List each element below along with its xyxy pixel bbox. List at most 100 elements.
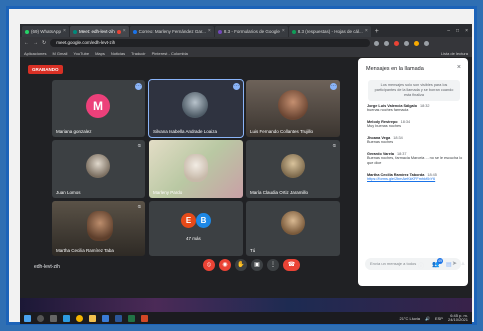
chat-message: Martha Cecilia Ramírez Taborda 18:45 http… — [367, 173, 463, 182]
participant-tile[interactable]: Luis Fernando Collantes Trujillo ⋯ — [246, 80, 340, 137]
forward-icon[interactable]: → — [33, 40, 38, 46]
puzzle-icon[interactable] — [404, 40, 410, 46]
close-icon[interactable]: × — [63, 26, 66, 37]
avatar: B — [196, 213, 211, 228]
people-icon[interactable]: 👥 49 — [432, 258, 443, 268]
participant-tile[interactable]: Silvana Isabella Andrade Loaiza ⋯ — [148, 79, 244, 138]
more-options-icon[interactable]: ⋯ — [233, 83, 240, 90]
mic-off-icon: ⦸ — [137, 143, 141, 149]
camera-toggle-button[interactable]: ◉ — [219, 259, 231, 271]
chat-message: Gerardo Varela 18:37 Buenas noches, farma… — [367, 152, 463, 166]
raise-hand-button[interactable]: ✋ — [235, 259, 247, 271]
avatar: E — [181, 213, 196, 228]
leave-call-button[interactable]: ☎ — [283, 259, 300, 271]
language-label[interactable]: ESP — [435, 316, 443, 321]
desktop-wallpaper — [20, 298, 472, 312]
close-icon[interactable]: × — [457, 64, 461, 71]
recording-badge: GRABANDO — [28, 65, 63, 74]
whatsapp-icon — [25, 29, 29, 34]
video-feed — [278, 90, 308, 120]
tab-whatsapp[interactable]: (69) WhatsApp × — [22, 26, 69, 37]
new-tab-button[interactable]: + — [372, 26, 382, 37]
tab-sheets[interactable]: 8.3 (respuestas) - Hojas de cál... × — [288, 26, 371, 37]
more-options-icon[interactable]: ⋯ — [135, 83, 142, 90]
tab-forms[interactable]: 8.3 - Formularios de Google × — [214, 26, 288, 37]
store-icon[interactable] — [102, 314, 109, 322]
taskbar: 21°C Lluvia 🔊 ESP 6:45 p. m. 24/10/2021 — [20, 312, 472, 324]
present-button[interactable]: ▣ — [251, 259, 263, 271]
bookmarks-bar: Aplicaciones M Gmail YouTube Maps Notici… — [20, 49, 472, 58]
menu-icon[interactable] — [424, 40, 430, 46]
star-icon[interactable] — [384, 40, 390, 46]
avatar-photo — [182, 92, 208, 118]
tab-gmail[interactable]: Correo: Marleny Fernández Gar... × — [129, 26, 214, 37]
participant-name: Tú — [250, 248, 256, 253]
participant-tile[interactable]: E B 47 más — [149, 201, 243, 256]
bookmark-maps[interactable]: Maps — [95, 51, 105, 56]
clock[interactable]: 6:45 p. m. 24/10/2021 — [447, 313, 468, 323]
participant-tile[interactable]: Marleny Pardo — [149, 140, 243, 198]
reload-icon[interactable]: ↻ — [42, 40, 46, 46]
bookmark-translate[interactable]: Traducir — [131, 51, 146, 56]
meeting-code: edh-levt-zih — [34, 264, 60, 270]
bookmark-gmail[interactable]: M Gmail — [52, 51, 67, 56]
activities-icon[interactable]: ▲ — [460, 261, 466, 267]
tab-meet[interactable]: Meet: edh-levt-zih × — [69, 26, 129, 37]
message-text: buenas noches farmacia — [367, 108, 409, 112]
file-explorer-icon[interactable] — [89, 314, 96, 322]
maximize-icon[interactable]: □ — [456, 26, 459, 37]
close-icon[interactable]: × — [282, 26, 285, 37]
extension-icon[interactable] — [394, 40, 400, 46]
more-participants-label: 47 más — [186, 236, 201, 241]
close-window-icon[interactable]: × — [465, 26, 468, 37]
chat-message: Jorge Luis Valencia Sálgalo 18:32 buenas … — [367, 104, 463, 113]
windows-start-icon[interactable] — [24, 314, 31, 322]
url-field[interactable]: meet.google.com/edh-levt-zih — [50, 39, 371, 47]
message-link[interactable]: https://forms.gle/2bmAeKkKFFmhkKbY6 — [367, 177, 463, 182]
mic-toggle-button[interactable]: ⦸ — [203, 259, 215, 271]
info-icon[interactable]: ⓘ — [418, 261, 424, 270]
more-options-button[interactable]: ⋮ — [267, 259, 279, 271]
bookmark-apps[interactable]: Aplicaciones — [24, 51, 46, 56]
system-tray: 21°C Lluvia 🔊 ESP 6:45 p. m. 24/10/2021 — [399, 313, 468, 323]
chat-icon[interactable]: ▤ — [446, 261, 452, 268]
participant-name: Marleny Pardo — [153, 190, 183, 195]
send-icon[interactable]: ➤ — [452, 258, 457, 270]
excel-icon[interactable] — [128, 314, 135, 322]
volume-icon[interactable]: 🔊 — [425, 316, 430, 321]
participant-tile[interactable]: M Mariana gonzalez ⋯ — [52, 80, 145, 137]
bookmark-pinterest[interactable]: Pinterest - Colombia — [152, 51, 188, 56]
chrome-icon[interactable] — [76, 314, 83, 322]
weather-label[interactable]: 21°C Lluvia — [399, 316, 420, 321]
participant-tile[interactable]: Martha Cecilia Ramírez Taba ⦸ — [52, 201, 145, 256]
self-tile[interactable]: Tú — [246, 201, 340, 256]
bookmark-news[interactable]: Noticias — [111, 51, 125, 56]
close-icon[interactable]: × — [123, 26, 126, 37]
message-time: 18:34 — [400, 120, 411, 124]
bookmark-youtube[interactable]: YouTube — [73, 51, 89, 56]
extensions — [374, 40, 430, 46]
back-icon[interactable]: ← — [24, 40, 29, 46]
word-icon[interactable] — [115, 314, 122, 322]
reading-list[interactable]: Lista de lectura — [441, 51, 468, 56]
message-text: Buenas noches, farmacia Marcela ... no s… — [367, 156, 463, 165]
chat-message: Melody Restrepo 18:34 Muy buenas noches — [367, 120, 463, 129]
participant-count-badge: 49 — [437, 258, 443, 264]
powerpoint-icon[interactable] — [141, 314, 148, 322]
tab-label: 8.3 - Formularios de Google — [223, 29, 280, 34]
search-icon[interactable] — [37, 314, 44, 322]
minimize-icon[interactable]: – — [447, 26, 450, 37]
profile-avatar[interactable] — [414, 40, 420, 46]
tab-label: 8.3 (respuestas) - Hojas de cál... — [297, 29, 363, 34]
mic-off-icon: ⦸ — [137, 204, 141, 210]
close-icon[interactable]: × — [365, 26, 368, 37]
more-options-icon[interactable]: ⋯ — [330, 83, 337, 90]
edge-icon[interactable] — [63, 314, 70, 322]
close-icon[interactable]: × — [208, 26, 211, 37]
participant-tile[interactable]: María Claudia Ortiz Jaramillo ⦸ — [246, 140, 340, 198]
task-view-icon[interactable] — [50, 314, 57, 322]
camera-icon[interactable] — [374, 40, 380, 46]
participant-tile[interactable]: Juan Lomos ⦸ — [52, 140, 145, 198]
video-feed — [184, 154, 208, 182]
clock-date: 24/10/2021 — [447, 317, 468, 322]
